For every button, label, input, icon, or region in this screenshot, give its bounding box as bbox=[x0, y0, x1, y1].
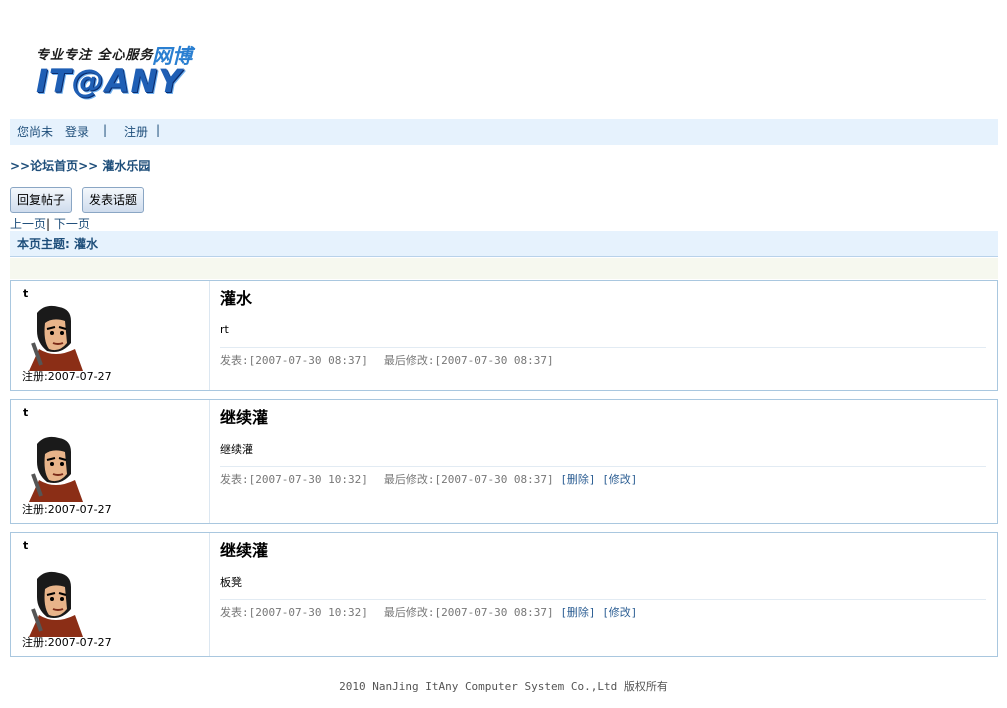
post-date: 发表:[2007-07-30 10:32] bbox=[220, 606, 368, 619]
post-date: 发表:[2007-07-30 08:37] bbox=[220, 354, 368, 367]
modified-date: 最后修改:[2007-07-30 08:37] bbox=[383, 354, 554, 367]
edit-post-link[interactable]: [修改] bbox=[602, 473, 637, 486]
copyright-footer: 2010 NanJing ItAny Computer System Co.,L… bbox=[339, 680, 668, 693]
separator: | bbox=[46, 217, 51, 231]
post-item: t 注册:2007-07-27 继续灌 继续灌 发表:[2007-07-30 1… bbox=[10, 399, 998, 524]
breadcrumb-arrow: >> bbox=[10, 159, 31, 173]
modified-date: 最后修改:[2007-07-30 08:37] bbox=[383, 606, 554, 619]
avatar bbox=[29, 305, 83, 371]
post-title: 继续灌 bbox=[220, 541, 269, 560]
post-title: 灌水 bbox=[220, 289, 253, 308]
post-content: rt bbox=[220, 323, 229, 336]
author-name[interactable]: t bbox=[23, 539, 28, 552]
post-item: t 注册:2007-07-27 灌水 rt 发表:[2007-07-30 08:… bbox=[10, 280, 998, 391]
reply-post-button[interactable]: 回复帖子 bbox=[10, 187, 73, 213]
post-author-panel: t 注册:2007-07-27 bbox=[11, 533, 210, 656]
delete-post-link[interactable]: [删除] bbox=[560, 473, 595, 486]
separator: | bbox=[156, 123, 161, 137]
post-author-panel: t 注册:2007-07-27 bbox=[11, 400, 210, 523]
separator: | bbox=[103, 123, 108, 137]
post-content: 继续灌 bbox=[220, 443, 253, 456]
topic-title: 本页主题: 灌水 bbox=[17, 237, 98, 251]
post-title: 继续灌 bbox=[220, 408, 269, 427]
prev-page-link[interactable]: 上一页 bbox=[10, 217, 46, 231]
author-name[interactable]: t bbox=[23, 287, 28, 300]
topic-header: 本页主题: 灌水 bbox=[10, 231, 998, 257]
post-meta: 发表:[2007-07-30 10:32] 最后修改:[2007-07-30 08… bbox=[220, 599, 986, 620]
post-meta: 发表:[2007-07-30 08:37] 最后修改:[2007-07-30 08… bbox=[220, 347, 986, 368]
breadcrumb-arrow: >> bbox=[78, 159, 99, 173]
post-item: t 注册:2007-07-27 继续灌 板凳 发表:[2007-07-30 10… bbox=[10, 532, 998, 657]
site-logo: 专业专注 全心服务 网博 IT@ANY bbox=[36, 44, 206, 100]
login-status-text: 您尚未 bbox=[17, 125, 54, 139]
pagination: 上一页| 下一页 bbox=[10, 215, 90, 232]
new-topic-button[interactable]: 发表话题 bbox=[82, 187, 145, 213]
registration-date: 注册:2007-07-27 bbox=[22, 636, 112, 649]
breadcrumb: >>论坛首页>> 灌水乐园 bbox=[10, 157, 150, 174]
registration-date: 注册:2007-07-27 bbox=[22, 370, 112, 383]
post-date: 发表:[2007-07-30 10:32] bbox=[220, 473, 368, 486]
breadcrumb-board[interactable]: 灌水乐园 bbox=[102, 159, 150, 173]
avatar bbox=[29, 571, 83, 637]
post-content: 板凳 bbox=[220, 576, 242, 589]
user-status-bar: 您尚未 登录 | 注册 | bbox=[10, 119, 998, 145]
next-page-link[interactable]: 下一页 bbox=[54, 217, 90, 231]
breadcrumb-forum-home[interactable]: 论坛首页 bbox=[30, 159, 78, 173]
logo-slogan: 专业专注 全心服务 bbox=[36, 48, 154, 63]
register-link[interactable]: 注册 bbox=[124, 123, 148, 140]
divider-bar bbox=[10, 258, 998, 279]
post-meta: 发表:[2007-07-30 10:32] 最后修改:[2007-07-30 08… bbox=[220, 466, 986, 487]
logo-brand: IT@ANY bbox=[36, 62, 183, 100]
edit-post-link[interactable]: [修改] bbox=[602, 606, 637, 619]
avatar bbox=[29, 436, 83, 502]
login-link[interactable]: 登录 bbox=[65, 123, 89, 140]
registration-date: 注册:2007-07-27 bbox=[22, 503, 112, 516]
author-name[interactable]: t bbox=[23, 406, 28, 419]
post-author-panel: t 注册:2007-07-27 bbox=[11, 281, 210, 390]
modified-date: 最后修改:[2007-07-30 08:37] bbox=[383, 473, 554, 486]
delete-post-link[interactable]: [删除] bbox=[560, 606, 595, 619]
